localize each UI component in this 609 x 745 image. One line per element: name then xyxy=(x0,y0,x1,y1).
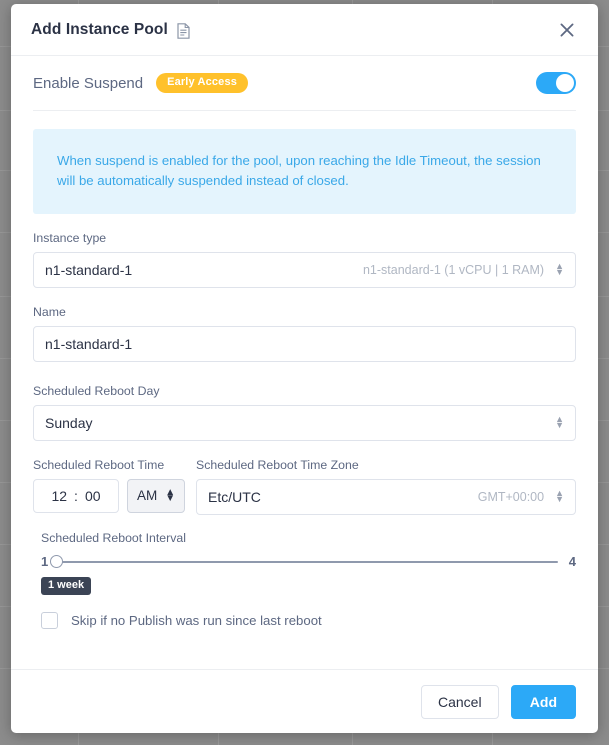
slider-rail xyxy=(56,560,558,563)
chevron-updown-icon[interactable]: ▲ ▼ xyxy=(555,262,564,277)
time-separator: : xyxy=(74,487,78,504)
reboot-interval-field: Scheduled Reboot Interval 1 4 1 week xyxy=(33,531,576,595)
time-input[interactable]: 12 : 00 xyxy=(33,478,119,513)
reboot-timezone-field: Scheduled Reboot Time Zone Etc/UTC GMT+0… xyxy=(196,458,576,515)
reboot-timezone-value: Etc/UTC xyxy=(208,488,261,505)
slider-value-tooltip: 1 week xyxy=(41,576,92,595)
name-label: Name xyxy=(33,304,66,319)
enable-suspend-row: Enable Suspend Early Access xyxy=(33,56,576,111)
reboot-timezone-label: Scheduled Reboot Time Zone xyxy=(196,457,359,472)
reboot-day-field: Scheduled Reboot Day Sunday ▲ ▼ xyxy=(33,384,576,441)
name-field: Name n1-standard-1 xyxy=(33,305,576,362)
dialog-header: Add Instance Pool xyxy=(11,4,598,56)
time-minutes: 00 xyxy=(84,487,101,504)
name-value: n1-standard-1 xyxy=(45,335,133,352)
meridiem-select[interactable]: AM ▲ ▼ xyxy=(127,478,186,513)
early-access-badge: Early Access xyxy=(156,73,248,93)
slider-min-label: 1 xyxy=(41,554,49,570)
chevron-updown-icon[interactable]: ▲ ▼ xyxy=(555,489,564,504)
slider-max-label: 4 xyxy=(568,554,576,570)
close-icon[interactable] xyxy=(554,17,580,43)
skip-publish-label: Skip if no Publish was run since last re… xyxy=(71,612,322,628)
chevron-updown-icon[interactable]: ▲ ▼ xyxy=(165,487,175,504)
reboot-interval-label: Scheduled Reboot Interval xyxy=(41,530,186,545)
reboot-time-row: Scheduled Reboot Time 12 : 00 AM ▲ ▼ Sche… xyxy=(33,458,576,515)
cancel-button[interactable]: Cancel xyxy=(420,684,499,719)
time-picker: 12 : 00 AM ▲ ▼ xyxy=(33,478,196,513)
reboot-time-field: Scheduled Reboot Time 12 : 00 AM ▲ ▼ xyxy=(33,458,196,515)
slider-rail-wrap[interactable] xyxy=(50,553,558,571)
reboot-day-value: Sunday xyxy=(45,414,93,431)
dialog-footer: Cancel Add xyxy=(11,669,598,733)
reboot-interval-slider[interactable]: 1 4 xyxy=(41,553,576,571)
reboot-day-label: Scheduled Reboot Day xyxy=(33,383,160,398)
reboot-time-label: Scheduled Reboot Time xyxy=(33,457,165,472)
enable-suspend-toggle[interactable] xyxy=(536,72,576,94)
info-banner: When suspend is enabled for the pool, up… xyxy=(33,129,576,214)
meridiem-value: AM xyxy=(137,488,158,504)
instance-type-value: n1-standard-1 xyxy=(45,261,133,278)
slider-handle[interactable] xyxy=(50,555,64,569)
name-input[interactable]: n1-standard-1 xyxy=(33,325,576,362)
add-button[interactable]: Add xyxy=(510,684,576,719)
instance-type-select[interactable]: n1-standard-1 n1-standard-1 (1 vCPU | 1 … xyxy=(33,251,576,288)
instance-type-field: Instance type n1-standard-1 n1-standard-… xyxy=(33,231,576,288)
reboot-day-select[interactable]: Sunday ▲ ▼ xyxy=(33,404,576,441)
enable-suspend-label: Enable Suspend xyxy=(33,74,144,92)
toggle-knob xyxy=(556,74,574,92)
chevron-updown-icon[interactable]: ▲ ▼ xyxy=(555,415,564,430)
reboot-timezone-select[interactable]: Etc/UTC GMT+00:00 ▲ ▼ xyxy=(196,478,576,515)
add-instance-pool-dialog: Add Instance Pool Enable Suspend Early A… xyxy=(11,4,598,733)
instance-type-label: Instance type xyxy=(33,230,107,245)
dialog-body: Enable Suspend Early Access When suspend… xyxy=(11,56,598,669)
skip-publish-row[interactable]: Skip if no Publish was run since last re… xyxy=(33,611,576,629)
document-icon xyxy=(177,22,190,39)
info-banner-text: When suspend is enabled for the pool, up… xyxy=(57,153,541,189)
time-hours: 12 xyxy=(51,487,68,504)
page-title: Add Instance Pool xyxy=(31,20,168,38)
skip-publish-checkbox[interactable] xyxy=(41,611,58,629)
reboot-timezone-hint: GMT+00:00 xyxy=(477,489,545,504)
instance-type-hint: n1-standard-1 (1 vCPU | 1 RAM) xyxy=(362,262,545,277)
